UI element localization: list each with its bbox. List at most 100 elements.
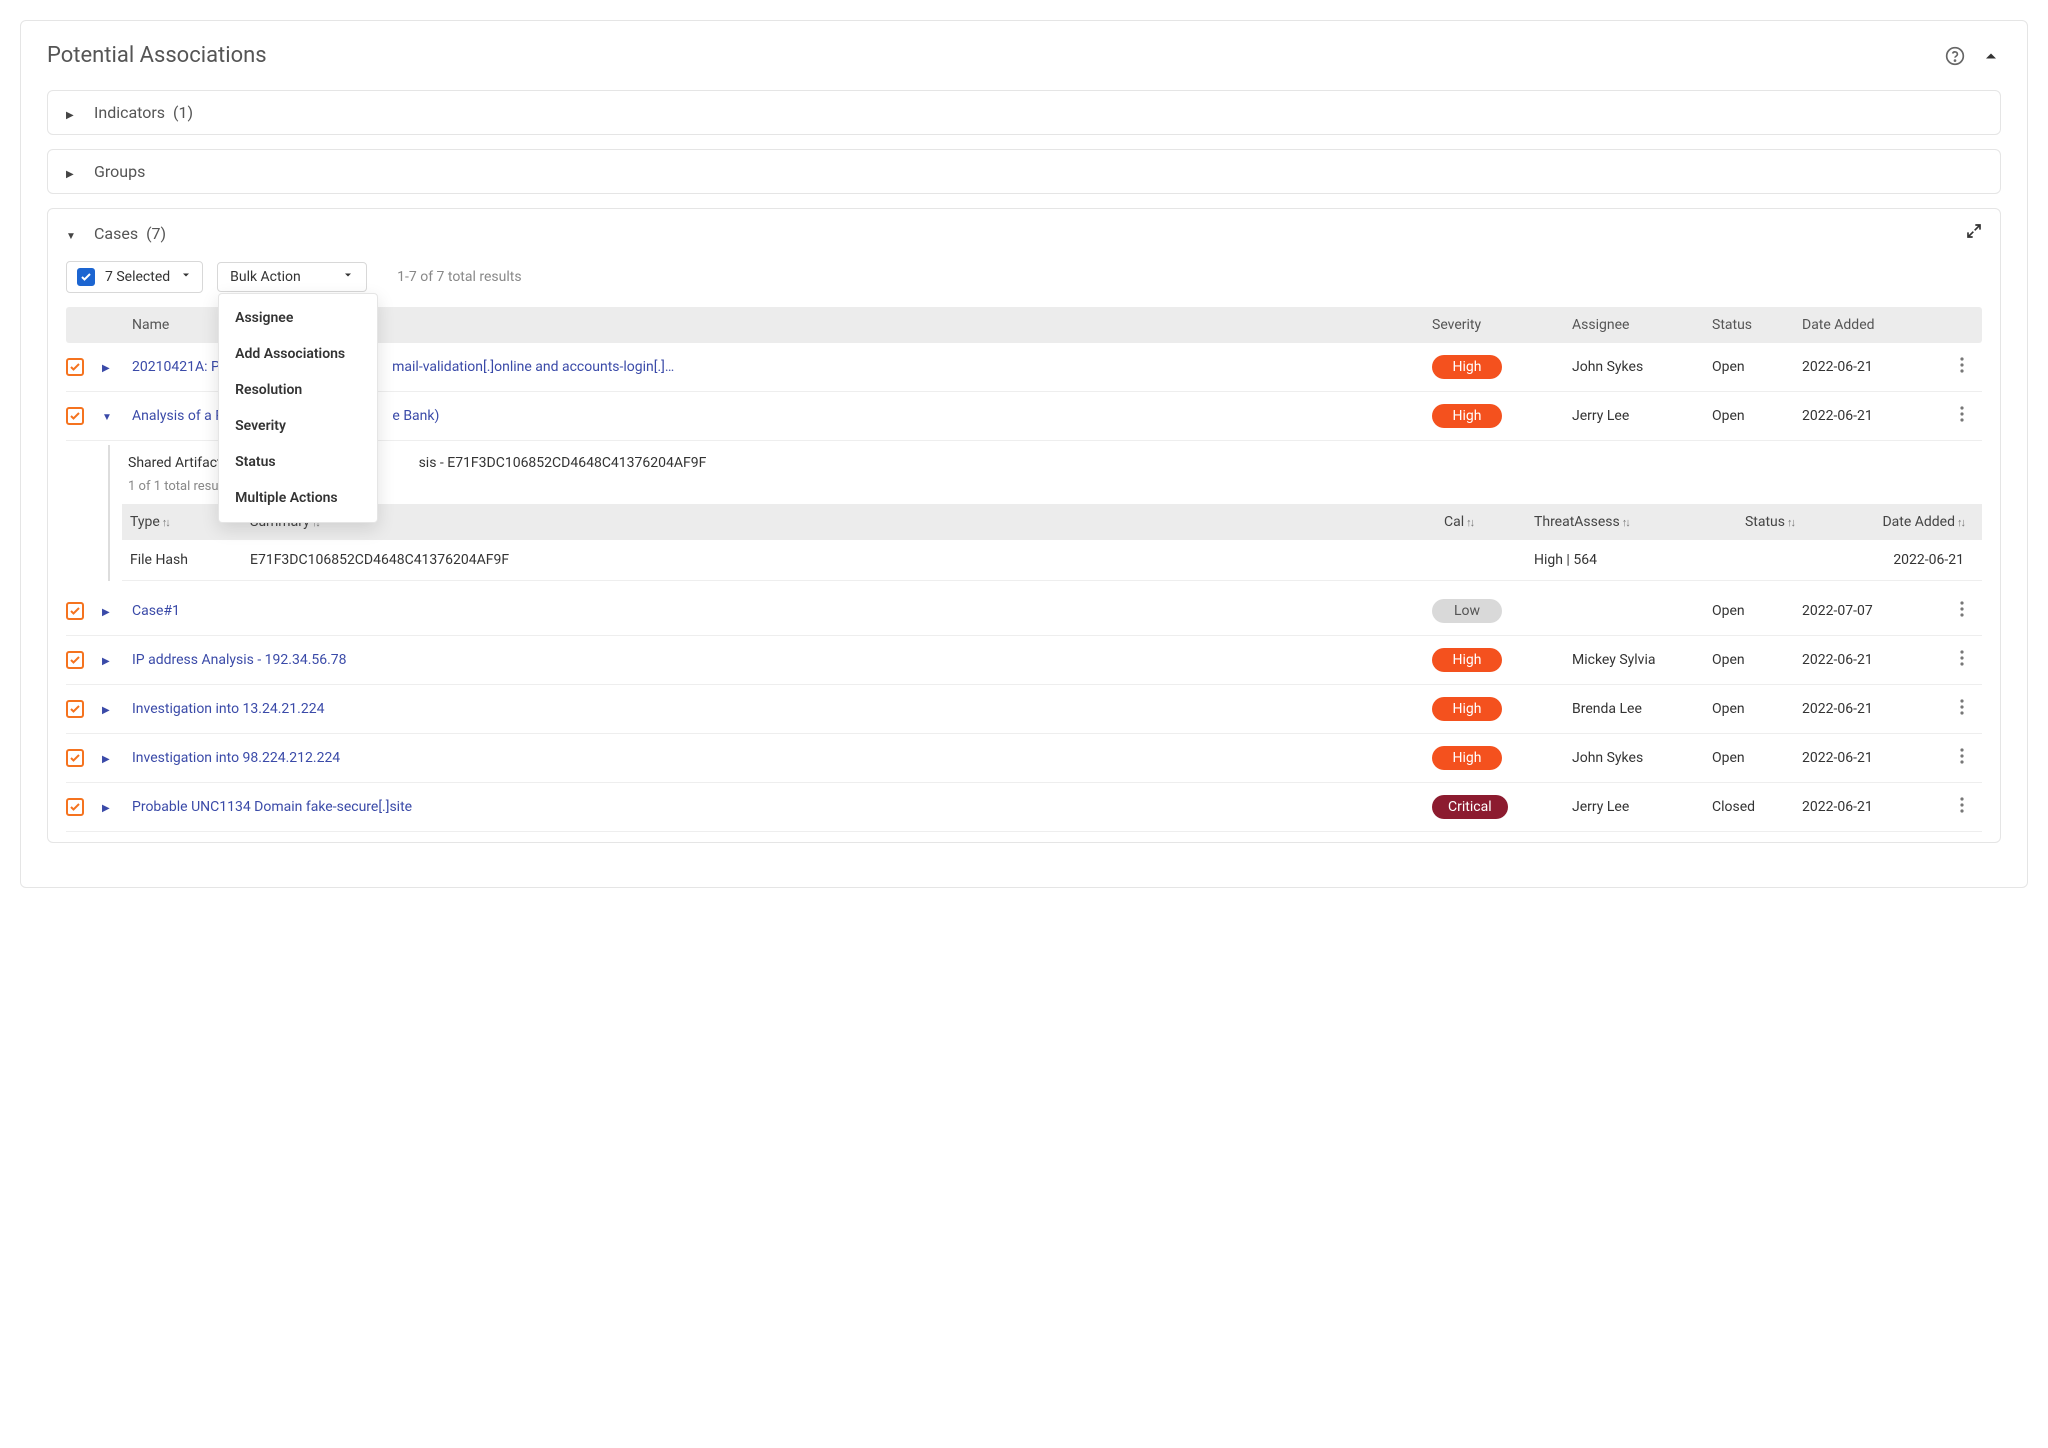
nested-header-summary[interactable]: Summary↑↓	[250, 514, 1444, 530]
severity-pill: High	[1432, 404, 1502, 428]
table-row: Investigation into 13.24.21.224HighBrend…	[66, 685, 1982, 734]
cases-label: Cases (7)	[94, 224, 166, 243]
potential-associations-panel: Potential Associations Indicators (1) Gr…	[20, 20, 2028, 888]
assignee-cell: John Sykes	[1572, 750, 1712, 766]
severity-pill: Low	[1432, 599, 1502, 623]
table-row: Probable UNC1134 Domain fake-secure[.]si…	[66, 783, 1982, 832]
shared-artifacts-panel: Shared Artifacts withsis - E71F3DC106852…	[108, 445, 1982, 581]
status-cell: Open	[1712, 750, 1802, 766]
nested-type-cell: File Hash	[130, 552, 250, 568]
nested-header-date[interactable]: Date Added↑↓	[1814, 514, 1974, 530]
assignee-cell: Jerry Lee	[1572, 799, 1712, 815]
bulk-menu-assignee[interactable]: Assignee	[219, 300, 377, 336]
row-expand-caret[interactable]	[102, 799, 112, 815]
row-checkbox[interactable]	[66, 700, 84, 718]
header-status[interactable]: Status	[1712, 317, 1802, 333]
assignee-cell: Brenda Lee	[1572, 701, 1712, 717]
table-row: Case#1 Low Open2022-07-07	[66, 587, 1982, 636]
assignee-cell: Mickey Sylvia	[1572, 652, 1712, 668]
cases-section: Cases (7) 7 Selected Bulk Action	[47, 208, 2001, 843]
cases-header[interactable]: Cases (7)	[66, 224, 166, 243]
shared-artifacts-subtext: 1 of 1 total result	[122, 473, 1982, 504]
cases-toolbar: 7 Selected Bulk Action Assignee Add Asso…	[66, 261, 1982, 293]
nested-status-cell	[1714, 552, 1814, 568]
row-expand-caret[interactable]	[102, 603, 112, 619]
nested-header-threatassess[interactable]: ThreatAssess↑↓	[1534, 514, 1714, 530]
row-more-icon[interactable]	[1960, 699, 1964, 720]
case-name-link[interactable]: Investigation into 98.224.212.224	[132, 750, 340, 766]
bulk-menu-add-associations[interactable]: Add Associations	[219, 336, 377, 372]
panel-title: Potential Associations	[47, 43, 267, 68]
status-cell: Open	[1712, 652, 1802, 668]
fullscreen-icon[interactable]	[1966, 223, 1982, 243]
date-cell: 2022-06-21	[1802, 750, 1942, 766]
date-cell: 2022-07-07	[1802, 603, 1942, 619]
collapse-panel-icon[interactable]	[1981, 46, 2001, 66]
row-expand-caret[interactable]	[102, 408, 112, 424]
nested-header-cal[interactable]: Cal↑↓	[1444, 514, 1534, 530]
bulk-menu-resolution[interactable]: Resolution	[219, 372, 377, 408]
case-name-link[interactable]: Probable UNC1134 Domain fake-secure[.]si…	[132, 799, 412, 815]
row-expand-caret[interactable]	[102, 359, 112, 375]
row-more-icon[interactable]	[1960, 601, 1964, 622]
groups-header[interactable]: Groups	[66, 162, 1982, 181]
selected-count-dropdown[interactable]: 7 Selected	[66, 261, 203, 293]
bulk-menu-multiple-actions[interactable]: Multiple Actions	[219, 480, 377, 516]
groups-label: Groups	[94, 162, 145, 181]
select-all-checkbox[interactable]	[77, 268, 95, 286]
bulk-action-dropdown[interactable]: Bulk Action Assignee Add Associations Re…	[217, 262, 367, 292]
nested-summary-cell: E71F3DC106852CD4648C41376204AF9F	[250, 552, 1444, 568]
results-count-text: 1-7 of 7 total results	[397, 269, 521, 285]
bulk-menu-status[interactable]: Status	[219, 444, 377, 480]
header-severity[interactable]: Severity	[1432, 317, 1572, 333]
shared-artifacts-header: Type↑↓Summary↑↓Cal↑↓ThreatAssess↑↓Status…	[122, 504, 1982, 540]
indicators-section: Indicators (1)	[47, 90, 2001, 135]
bulk-action-label: Bulk Action	[230, 269, 301, 285]
row-expand-caret[interactable]	[102, 750, 112, 766]
caret-right-icon	[66, 162, 76, 181]
case-name-link[interactable]: e Bank)	[392, 408, 439, 424]
header-assignee[interactable]: Assignee	[1572, 317, 1712, 333]
shared-artifacts-title: Shared Artifacts withsis - E71F3DC106852…	[122, 445, 1982, 473]
status-cell: Open	[1712, 603, 1802, 619]
panel-header: Potential Associations	[47, 43, 2001, 68]
row-more-icon[interactable]	[1960, 748, 1964, 769]
header-date[interactable]: Date Added	[1802, 317, 1942, 333]
case-name-link[interactable]: Investigation into 13.24.21.224	[132, 701, 324, 717]
case-name-link[interactable]: IP address Analysis - 192.34.56.78	[132, 652, 347, 668]
chevron-down-icon	[180, 269, 192, 285]
status-cell: Open	[1712, 701, 1802, 717]
date-cell: 2022-06-21	[1802, 652, 1942, 668]
row-checkbox[interactable]	[66, 407, 84, 425]
row-checkbox[interactable]	[66, 798, 84, 816]
row-checkbox[interactable]	[66, 749, 84, 767]
severity-pill: High	[1432, 746, 1502, 770]
date-cell: 2022-06-21	[1802, 701, 1942, 717]
row-expand-caret[interactable]	[102, 652, 112, 668]
indicators-label: Indicators (1)	[94, 103, 193, 122]
case-name-link[interactable]: mail-validation[.]online and accounts-lo…	[392, 359, 674, 375]
cases-label-text: Cases	[94, 224, 138, 243]
assignee-cell: Jerry Lee	[1572, 408, 1712, 424]
row-more-icon[interactable]	[1960, 406, 1964, 427]
groups-section: Groups	[47, 149, 2001, 194]
row-checkbox[interactable]	[66, 651, 84, 669]
row-more-icon[interactable]	[1960, 797, 1964, 818]
caret-down-icon	[66, 224, 76, 243]
indicators-header[interactable]: Indicators (1)	[66, 103, 1982, 122]
date-cell: 2022-06-21	[1802, 359, 1942, 375]
panel-header-actions	[1945, 46, 2001, 66]
row-more-icon[interactable]	[1960, 650, 1964, 671]
nested-threatassess-cell: High | 564	[1534, 552, 1714, 568]
nested-header-status[interactable]: Status↑↓	[1714, 514, 1814, 530]
row-more-icon[interactable]	[1960, 357, 1964, 378]
bulk-menu-severity[interactable]: Severity	[219, 408, 377, 444]
row-checkbox[interactable]	[66, 602, 84, 620]
row-checkbox[interactable]	[66, 358, 84, 376]
severity-pill: Critical	[1432, 795, 1508, 819]
case-name-link[interactable]: Case#1	[132, 603, 180, 619]
indicators-count: (1)	[173, 103, 193, 122]
help-icon[interactable]	[1945, 46, 1965, 66]
severity-pill: High	[1432, 648, 1502, 672]
row-expand-caret[interactable]	[102, 701, 112, 717]
